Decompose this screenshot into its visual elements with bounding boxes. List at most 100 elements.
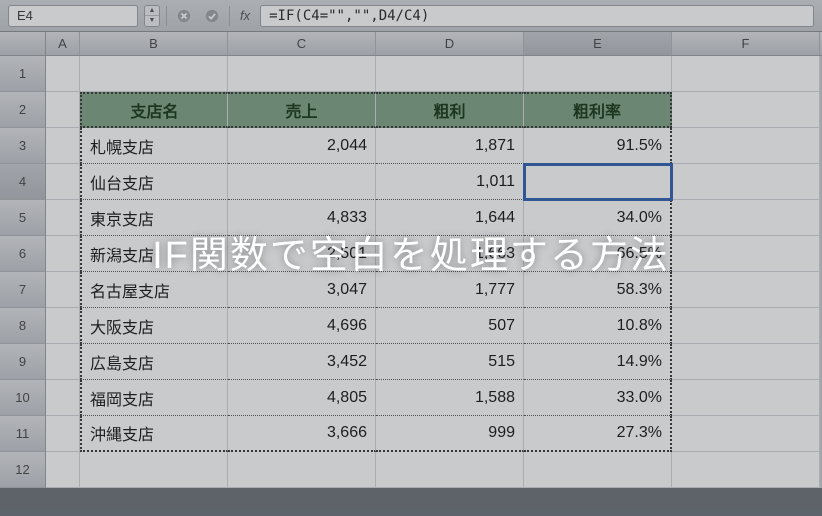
cell-C11[interactable]: 3,666	[228, 416, 376, 452]
cell-C6[interactable]: 2,501	[228, 236, 376, 272]
row-header-12[interactable]: 12	[0, 452, 46, 488]
cell-A4[interactable]	[46, 164, 80, 200]
row-header-6[interactable]: 6	[0, 236, 46, 272]
cell-C7[interactable]: 3,047	[228, 272, 376, 308]
fx-icon[interactable]: fx	[236, 8, 254, 23]
cell-F7[interactable]	[672, 272, 820, 308]
stepper-down-icon[interactable]: ▼	[145, 16, 159, 26]
row-header-2[interactable]: 2	[0, 92, 46, 128]
cell-C5[interactable]: 4,833	[228, 200, 376, 236]
row-2: 2 支店名 売上 粗利 粗利率	[0, 92, 822, 128]
cell-E6[interactable]: 66.5%	[524, 236, 672, 272]
cell-F9[interactable]	[672, 344, 820, 380]
confirm-button[interactable]	[201, 5, 223, 27]
cell-B7[interactable]: 名古屋支店	[80, 272, 228, 308]
cell-A5[interactable]	[46, 200, 80, 236]
row-header-4[interactable]: 4	[0, 164, 46, 200]
select-all-corner[interactable]	[0, 32, 46, 55]
column-header-B[interactable]: B	[80, 32, 228, 55]
cell-E7[interactable]: 58.3%	[524, 272, 672, 308]
cell-D9[interactable]: 515	[376, 344, 524, 380]
cell-D2[interactable]: 粗利	[376, 92, 524, 128]
cell-C12[interactable]	[228, 452, 376, 488]
cell-D6[interactable]: 1,663	[376, 236, 524, 272]
cell-B1[interactable]	[80, 56, 228, 92]
cell-F3[interactable]	[672, 128, 820, 164]
cell-E8[interactable]: 10.8%	[524, 308, 672, 344]
cell-A10[interactable]	[46, 380, 80, 416]
cell-C8[interactable]: 4,696	[228, 308, 376, 344]
cell-C10[interactable]: 4,805	[228, 380, 376, 416]
cell-D4[interactable]: 1,011	[376, 164, 524, 200]
cell-B5[interactable]: 東京支店	[80, 200, 228, 236]
row-header-11[interactable]: 11	[0, 416, 46, 452]
cell-E9[interactable]: 14.9%	[524, 344, 672, 380]
column-header-C[interactable]: C	[228, 32, 376, 55]
cell-A11[interactable]	[46, 416, 80, 452]
cell-E11[interactable]: 27.3%	[524, 416, 672, 452]
cell-E10[interactable]: 33.0%	[524, 380, 672, 416]
cell-B6[interactable]: 新潟支店	[80, 236, 228, 272]
cell-F2[interactable]	[672, 92, 820, 128]
row-header-10[interactable]: 10	[0, 380, 46, 416]
cell-B3[interactable]: 札幌支店	[80, 128, 228, 164]
row-header-8[interactable]: 8	[0, 308, 46, 344]
cell-A3[interactable]	[46, 128, 80, 164]
column-header-E[interactable]: E	[524, 32, 672, 55]
cell-D8[interactable]: 507	[376, 308, 524, 344]
cell-B2[interactable]: 支店名	[80, 92, 228, 128]
cell-F1[interactable]	[672, 56, 820, 92]
cell-C4[interactable]	[228, 164, 376, 200]
column-header-A[interactable]: A	[46, 32, 80, 55]
row-header-9[interactable]: 9	[0, 344, 46, 380]
name-box[interactable]: E4	[8, 5, 138, 27]
cell-C1[interactable]	[228, 56, 376, 92]
cell-F5[interactable]	[672, 200, 820, 236]
cell-D3[interactable]: 1,871	[376, 128, 524, 164]
cell-A9[interactable]	[46, 344, 80, 380]
cell-D5[interactable]: 1,644	[376, 200, 524, 236]
row-header-7[interactable]: 7	[0, 272, 46, 308]
stepper-up-icon[interactable]: ▲	[145, 6, 159, 17]
cell-B11[interactable]: 沖縄支店	[80, 416, 228, 452]
column-header-F[interactable]: F	[672, 32, 820, 55]
name-box-stepper[interactable]: ▲ ▼	[144, 5, 160, 27]
cell-A12[interactable]	[46, 452, 80, 488]
cell-E12[interactable]	[524, 452, 672, 488]
cell-B9[interactable]: 広島支店	[80, 344, 228, 380]
cell-C3[interactable]: 2,044	[228, 128, 376, 164]
row-header-5[interactable]: 5	[0, 200, 46, 236]
cell-D12[interactable]	[376, 452, 524, 488]
cell-E3[interactable]: 91.5%	[524, 128, 672, 164]
cell-B4[interactable]: 仙台支店	[80, 164, 228, 200]
cell-D11[interactable]: 999	[376, 416, 524, 452]
cell-A1[interactable]	[46, 56, 80, 92]
cell-F12[interactable]	[672, 452, 820, 488]
cell-C2[interactable]: 売上	[228, 92, 376, 128]
cell-A7[interactable]	[46, 272, 80, 308]
cancel-button[interactable]	[173, 5, 195, 27]
cell-F8[interactable]	[672, 308, 820, 344]
cell-B8[interactable]: 大阪支店	[80, 308, 228, 344]
cell-A6[interactable]	[46, 236, 80, 272]
cell-E1[interactable]	[524, 56, 672, 92]
cell-E4[interactable]	[524, 164, 672, 200]
cell-D7[interactable]: 1,777	[376, 272, 524, 308]
cell-F4[interactable]	[672, 164, 820, 200]
cell-D1[interactable]	[376, 56, 524, 92]
cell-A2[interactable]	[46, 92, 80, 128]
formula-input[interactable]: =IF(C4="","",D4/C4)	[260, 5, 814, 27]
column-header-D[interactable]: D	[376, 32, 524, 55]
cell-C9[interactable]: 3,452	[228, 344, 376, 380]
row-header-1[interactable]: 1	[0, 56, 46, 92]
cell-B12[interactable]	[80, 452, 228, 488]
row-header-3[interactable]: 3	[0, 128, 46, 164]
cell-B10[interactable]: 福岡支店	[80, 380, 228, 416]
cell-F10[interactable]	[672, 380, 820, 416]
cell-D10[interactable]: 1,588	[376, 380, 524, 416]
cell-E2[interactable]: 粗利率	[524, 92, 672, 128]
cell-E5[interactable]: 34.0%	[524, 200, 672, 236]
cell-F6[interactable]	[672, 236, 820, 272]
cell-F11[interactable]	[672, 416, 820, 452]
cell-A8[interactable]	[46, 308, 80, 344]
